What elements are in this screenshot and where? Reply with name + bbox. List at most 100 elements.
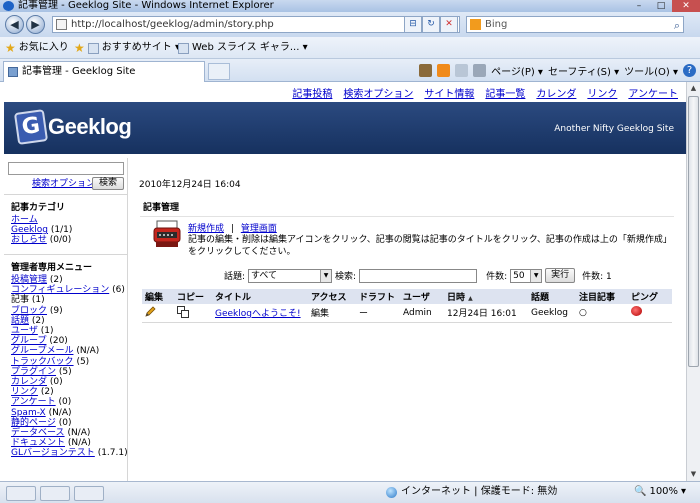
category-link-home[interactable]: ホーム [11, 215, 38, 225]
admin-menu-link[interactable]: グループ [11, 336, 46, 346]
admin-menu-link[interactable]: 静的ページ [11, 418, 56, 428]
address-bar[interactable]: http://localhost/geeklog/admin/story.php [52, 16, 460, 33]
new-story-link[interactable]: 新規作成 [188, 224, 224, 234]
admin-menu-count: (20) [49, 336, 68, 347]
admin-menu-item: プラグイン (5) [11, 367, 126, 377]
tools-menu[interactable]: ツール(O) ▾ [624, 63, 678, 78]
maximize-button[interactable]: □ [650, 0, 672, 12]
admin-menu-link[interactable]: ドキュメント [11, 438, 65, 448]
admin-menu-link[interactable]: 投稿管理 [11, 275, 47, 285]
read-mail-icon[interactable] [455, 64, 469, 77]
close-button[interactable]: ✕ [672, 0, 700, 12]
scroll-down-icon[interactable]: ▼ [687, 468, 700, 481]
new-tab-button[interactable] [208, 63, 230, 80]
admin-menu-link[interactable]: グループメール [11, 346, 73, 356]
admin-menu-link[interactable]: カレンダ [11, 377, 47, 387]
category-link-geeklog[interactable]: Geeklog [11, 225, 48, 235]
favorites-button[interactable]: ★ お気に入り [5, 37, 69, 59]
admin-home-link[interactable]: 管理画面 [241, 224, 277, 234]
search-box[interactable]: Bing ⌕ [466, 16, 684, 33]
window-title: 記事管理 - Geeklog Site - Windows Internet E… [18, 0, 274, 11]
date-cell: 12月24日 16:01 [447, 309, 517, 319]
edit-pencil-icon[interactable] [145, 305, 156, 317]
search-button[interactable]: 検索 [92, 177, 124, 190]
admin-menu-link[interactable]: プラグイン [11, 367, 56, 377]
taskbar-button[interactable] [74, 486, 104, 501]
refresh-icon[interactable]: ↻ [422, 16, 440, 33]
geeklog-logo[interactable]: G Geeklog [13, 109, 132, 145]
stop-icon[interactable]: ✕ [440, 16, 458, 33]
menu-links[interactable]: リンク [587, 85, 617, 100]
site-header-banner: G Geeklog Another Nifty Geeklog Site [4, 102, 686, 154]
menu-site-info[interactable]: サイト情報 [424, 85, 474, 100]
print-icon[interactable] [473, 64, 487, 77]
menu-calendar[interactable]: カレンダ [536, 85, 576, 100]
ping-icon[interactable] [631, 306, 642, 316]
menu-submit-story[interactable]: 記事投稿 [292, 85, 332, 100]
chevron-down-icon: ▾ [681, 486, 687, 497]
admin-menu-link[interactable]: アンケート [11, 397, 56, 407]
safety-menu[interactable]: セーフティ(S) ▾ [548, 63, 619, 78]
admin-menu-item: 投稿管理 (2) [11, 275, 126, 285]
admin-menu-link[interactable]: データベース [11, 428, 65, 438]
admin-links: 新規作成 | 管理画面 [188, 221, 277, 234]
draft-cell: ー [359, 309, 369, 319]
column-draft[interactable]: ドラフト [356, 289, 400, 304]
site-tagline: Another Nifty Geeklog Site [554, 124, 674, 134]
minimize-button[interactable]: – [628, 0, 650, 12]
page-menu[interactable]: ページ(P) ▾ [491, 63, 543, 78]
admin-menu-link[interactable]: リンク [11, 387, 38, 397]
taskbar-button[interactable] [40, 486, 70, 501]
run-filter-button[interactable]: 実行 [545, 268, 576, 283]
admin-menu-link[interactable]: トラックバック [11, 357, 74, 367]
home-icon[interactable] [419, 64, 433, 77]
web-slice-button[interactable]: Web スライス ギャラ... ▾ [178, 37, 308, 59]
admin-menu-link[interactable]: ブロック [11, 306, 47, 316]
column-user[interactable]: ユーザ [400, 289, 444, 304]
story-title-link[interactable]: Geeklogへようこそ! [215, 309, 301, 319]
forward-button[interactable]: ▶ [26, 15, 45, 34]
admin-menu-link[interactable]: GLバージョンテスト [11, 448, 95, 458]
menu-polls[interactable]: アンケート [628, 85, 678, 100]
scroll-thumb[interactable] [688, 96, 699, 367]
column-featured[interactable]: 注目記事 [576, 289, 628, 304]
copy-icon[interactable] [177, 305, 189, 318]
topic-select[interactable]: すべて ▼ [248, 268, 333, 283]
column-topic[interactable]: 話題 [528, 289, 576, 304]
column-title[interactable]: タイトル [212, 289, 308, 304]
compatibility-view-icon[interactable]: ⊟ [404, 16, 422, 33]
admin-menu-link[interactable]: Spam-X [11, 408, 46, 418]
scroll-up-icon[interactable]: ▲ [687, 82, 700, 95]
admin-menu-link[interactable]: コンフィギュレーション [11, 285, 109, 295]
suggested-sites-button[interactable]: ★ おすすめサイト ▾ [74, 37, 180, 59]
taskbar-button[interactable] [6, 486, 36, 501]
zoom-control[interactable]: 🔍 100% ▾ [634, 482, 686, 502]
admin-menu-link: 記事 [11, 295, 30, 306]
site-search-input[interactable] [8, 162, 124, 175]
category-link-news[interactable]: おしらせ [11, 235, 47, 245]
main-content: 2010年12月24日 16:04 記事管理 新規作成 | 管理画面 記事の編集… [136, 158, 676, 481]
admin-menu-link[interactable]: ユーザ [11, 326, 38, 336]
menu-story-list[interactable]: 記事一覧 [485, 85, 525, 100]
admin-menu-count: (1) [40, 326, 54, 337]
story-search-input[interactable] [359, 268, 478, 283]
topic-select-value: すべて [251, 270, 278, 281]
tab-story-admin[interactable]: 記事管理 - Geeklog Site [3, 61, 205, 82]
window-controls: – □ ✕ [628, 0, 700, 12]
admin-menu-title: 管理者専用メニュー [11, 263, 93, 273]
categories-title: 記事カテゴリ [11, 203, 66, 213]
vertical-scrollbar[interactable]: ▲ ▼ [686, 82, 700, 481]
back-button[interactable]: ◀ [5, 15, 24, 34]
count-select[interactable]: 50 ▼ [510, 268, 543, 283]
help-icon[interactable]: ? [683, 64, 696, 77]
url-text: http://localhost/geeklog/admin/story.php [71, 19, 274, 30]
count-select-value: 50 [513, 270, 525, 281]
suggested-sites-label: おすすめサイト ▾ [101, 42, 180, 53]
admin-menu-item: 話題 (2) [11, 316, 126, 326]
admin-menu-link[interactable]: 話題 [11, 316, 29, 326]
menu-search-options[interactable]: 検索オプション [343, 85, 413, 100]
search-icon[interactable]: ⌕ [674, 18, 680, 33]
feeds-icon[interactable] [437, 64, 451, 77]
search-options-link[interactable]: 検索オプション [32, 178, 95, 190]
column-date[interactable]: 日時 ▲ [444, 289, 528, 304]
